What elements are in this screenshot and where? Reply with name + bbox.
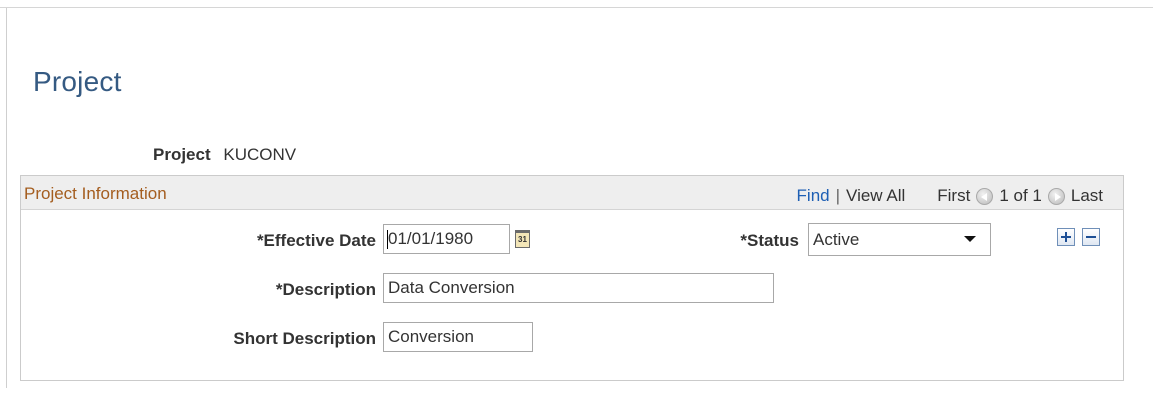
next-arrow-icon[interactable] — [1047, 187, 1065, 205]
status-value: Active — [813, 230, 860, 249]
group-header: Project Information Find | View All Firs… — [21, 176, 1123, 210]
short-description-label: Short Description — [233, 329, 376, 348]
calendar-icon[interactable]: 31 — [515, 230, 530, 248]
top-divider — [0, 7, 1153, 8]
previous-arrow-icon[interactable] — [976, 187, 994, 205]
last-label: Last — [1070, 186, 1103, 205]
row-count: 1 of 1 — [999, 186, 1042, 205]
left-divider — [6, 8, 7, 388]
project-information-group: Project Information Find | View All Firs… — [20, 175, 1124, 381]
short-description-input[interactable]: Conversion — [383, 322, 533, 352]
project-value: KUCONV — [223, 145, 297, 164]
status-select[interactable]: Active — [808, 223, 991, 256]
short-description-value: Conversion — [388, 327, 474, 346]
first-label: First — [937, 186, 971, 205]
page-title: Project — [33, 66, 122, 97]
group-title: Project Information — [24, 184, 167, 203]
text-caret — [387, 230, 388, 249]
add-row-button[interactable] — [1057, 228, 1075, 246]
add-row-icon-stroke — [1065, 232, 1067, 242]
description-label: *Description — [275, 280, 376, 299]
view-all-link[interactable]: View All — [846, 186, 905, 206]
find-link[interactable]: Find — [797, 186, 830, 206]
nav-separator: | — [835, 186, 841, 205]
project-label: Project — [153, 145, 211, 164]
effective-date-input[interactable]: 01/01/1980 — [383, 224, 510, 254]
row-navigation: Find | View All First 1 of 1 Last — [797, 186, 1103, 206]
description-value: Data Conversion — [388, 278, 515, 297]
delete-row-button[interactable] — [1082, 228, 1100, 246]
effective-date-value: 01/01/1980 — [388, 229, 474, 248]
status-label: *Status — [740, 231, 799, 250]
dropdown-arrow-icon — [964, 236, 976, 242]
description-input[interactable]: Data Conversion — [383, 273, 774, 303]
delete-row-icon — [1086, 236, 1096, 238]
effective-date-label: *Effective Date — [256, 231, 376, 250]
project-key-row: Project KUCONV — [153, 145, 296, 165]
